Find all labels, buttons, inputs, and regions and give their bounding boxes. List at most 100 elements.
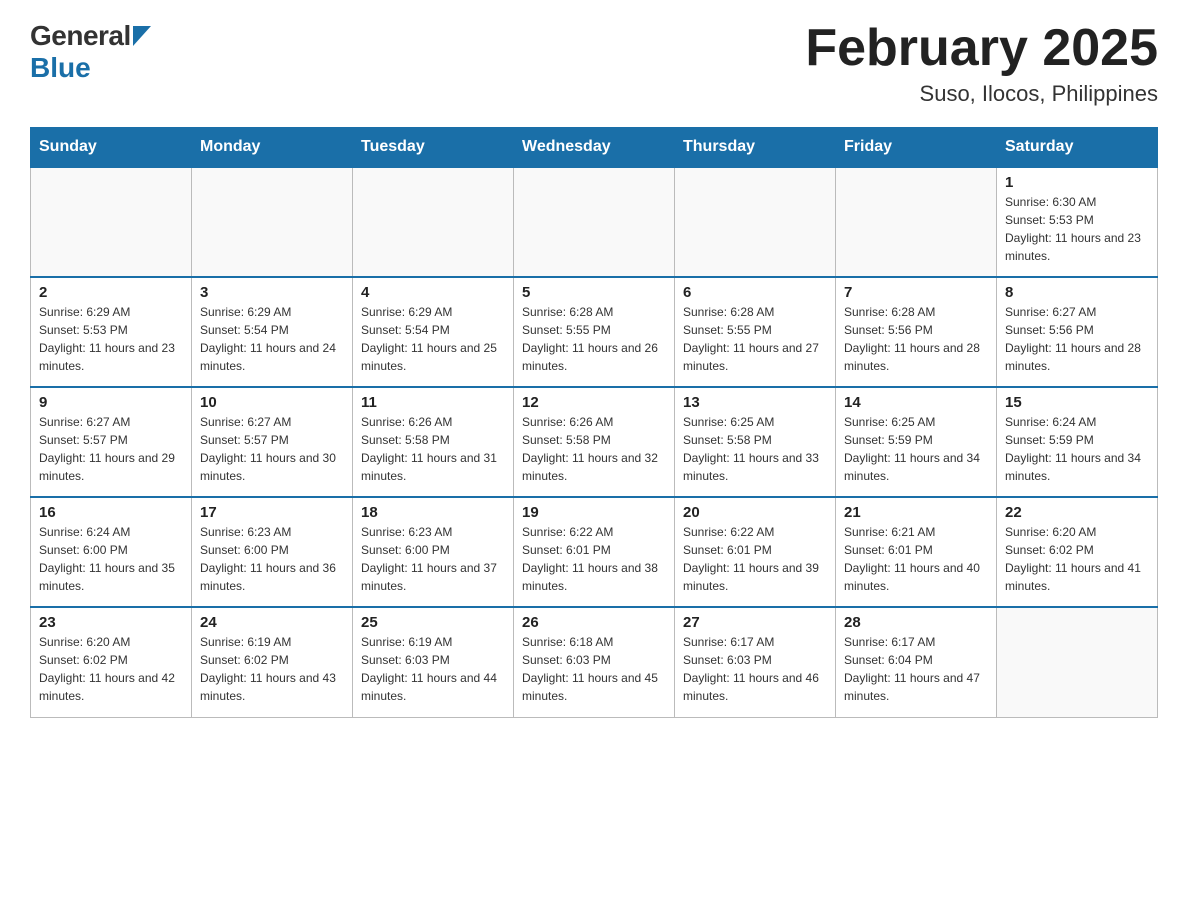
month-title: February 2025	[805, 20, 1158, 77]
calendar-cell: 10 Sunrise: 6:27 AMSunset: 5:57 PMDayligh…	[192, 387, 353, 497]
calendar-week-row: 2Sunrise: 6:29 AMSunset: 5:53 PMDaylight…	[31, 277, 1158, 387]
day-info: Sunrise: 6:20 AMSunset: 6:02 PMDaylight:…	[1005, 523, 1149, 595]
calendar-cell	[836, 167, 997, 277]
calendar-cell: 18 Sunrise: 6:23 AMSunset: 6:00 PMDayligh…	[353, 497, 514, 607]
title-section: February 2025 Suso, Ilocos, Philippines	[805, 20, 1158, 107]
day-info: Sunrise: 6:24 AMSunset: 6:00 PMDaylight:…	[39, 523, 183, 595]
calendar-cell	[675, 167, 836, 277]
calendar-cell: 9 Sunrise: 6:27 AMSunset: 5:57 PMDaylight…	[31, 387, 192, 497]
day-number: 27	[683, 614, 827, 631]
day-number: 4	[361, 284, 505, 301]
day-number: 5	[522, 284, 666, 301]
calendar-cell: 27 Sunrise: 6:17 AMSunset: 6:03 PMDayligh…	[675, 607, 836, 717]
day-number: 21	[844, 504, 988, 521]
location-title: Suso, Ilocos, Philippines	[805, 81, 1158, 107]
day-number: 1	[1005, 174, 1149, 191]
day-info: Sunrise: 6:26 AMSunset: 5:58 PMDaylight:…	[361, 413, 505, 485]
day-number: 15	[1005, 394, 1149, 411]
calendar-cell: 19 Sunrise: 6:22 AMSunset: 6:01 PMDayligh…	[514, 497, 675, 607]
calendar-table: SundayMondayTuesdayWednesdayThursdayFrid…	[30, 127, 1158, 718]
day-number: 20	[683, 504, 827, 521]
day-info: Sunrise: 6:27 AMSunset: 5:57 PMDaylight:…	[200, 413, 344, 485]
calendar-day-header: Sunday	[31, 128, 192, 168]
calendar-cell	[997, 607, 1158, 717]
day-number: 7	[844, 284, 988, 301]
calendar-cell: 20Sunrise: 6:22 AMSunset: 6:01 PMDayligh…	[675, 497, 836, 607]
calendar-cell: 12 Sunrise: 6:26 AMSunset: 5:58 PMDayligh…	[514, 387, 675, 497]
calendar-cell: 7 Sunrise: 6:28 AMSunset: 5:56 PMDaylight…	[836, 277, 997, 387]
calendar-cell: 25Sunrise: 6:19 AMSunset: 6:03 PMDayligh…	[353, 607, 514, 717]
calendar-cell	[353, 167, 514, 277]
calendar-cell	[192, 167, 353, 277]
day-info: Sunrise: 6:19 AMSunset: 6:03 PMDaylight:…	[361, 633, 505, 705]
day-info: Sunrise: 6:29 AMSunset: 5:54 PMDaylight:…	[361, 303, 505, 375]
day-info: Sunrise: 6:23 AMSunset: 6:00 PMDaylight:…	[361, 523, 505, 595]
calendar-cell: 23Sunrise: 6:20 AMSunset: 6:02 PMDayligh…	[31, 607, 192, 717]
logo-general-text: General	[30, 20, 131, 52]
calendar-cell: 3 Sunrise: 6:29 AMSunset: 5:54 PMDaylight…	[192, 277, 353, 387]
day-number: 19	[522, 504, 666, 521]
day-number: 24	[200, 614, 344, 631]
day-number: 10	[200, 394, 344, 411]
calendar-cell: 16 Sunrise: 6:24 AMSunset: 6:00 PMDayligh…	[31, 497, 192, 607]
day-info: Sunrise: 6:23 AMSunset: 6:00 PMDaylight:…	[200, 523, 344, 595]
day-number: 2	[39, 284, 183, 301]
calendar-cell: 13 Sunrise: 6:25 AMSunset: 5:58 PMDayligh…	[675, 387, 836, 497]
calendar-day-header: Saturday	[997, 128, 1158, 168]
logo-blue-text: Blue	[30, 52, 91, 84]
logo-triangle-icon	[133, 26, 151, 51]
day-number: 18	[361, 504, 505, 521]
calendar-day-header: Thursday	[675, 128, 836, 168]
day-number: 23	[39, 614, 183, 631]
calendar-cell: 17 Sunrise: 6:23 AMSunset: 6:00 PMDayligh…	[192, 497, 353, 607]
day-number: 11	[361, 394, 505, 411]
calendar-cell: 22 Sunrise: 6:20 AMSunset: 6:02 PMDayligh…	[997, 497, 1158, 607]
calendar-cell: 28 Sunrise: 6:17 AMSunset: 6:04 PMDayligh…	[836, 607, 997, 717]
calendar-cell: 26Sunrise: 6:18 AMSunset: 6:03 PMDayligh…	[514, 607, 675, 717]
day-info: Sunrise: 6:30 AMSunset: 5:53 PMDaylight:…	[1005, 193, 1149, 265]
day-number: 17	[200, 504, 344, 521]
day-info: Sunrise: 6:24 AMSunset: 5:59 PMDaylight:…	[1005, 413, 1149, 485]
day-info: Sunrise: 6:27 AMSunset: 5:57 PMDaylight:…	[39, 413, 183, 485]
calendar-cell: 1 Sunrise: 6:30 AMSunset: 5:53 PMDaylight…	[997, 167, 1158, 277]
day-info: Sunrise: 6:28 AMSunset: 5:55 PMDaylight:…	[522, 303, 666, 375]
calendar-cell	[514, 167, 675, 277]
calendar-cell: 8 Sunrise: 6:27 AMSunset: 5:56 PMDaylight…	[997, 277, 1158, 387]
day-info: Sunrise: 6:25 AMSunset: 5:58 PMDaylight:…	[683, 413, 827, 485]
calendar-day-header: Monday	[192, 128, 353, 168]
page-header: General Blue February 2025 Suso, Ilocos,…	[30, 20, 1158, 107]
calendar-week-row: 1 Sunrise: 6:30 AMSunset: 5:53 PMDaylight…	[31, 167, 1158, 277]
day-number: 13	[683, 394, 827, 411]
calendar-day-header: Tuesday	[353, 128, 514, 168]
calendar-cell: 11 Sunrise: 6:26 AMSunset: 5:58 PMDayligh…	[353, 387, 514, 497]
day-info: Sunrise: 6:17 AMSunset: 6:03 PMDaylight:…	[683, 633, 827, 705]
day-info: Sunrise: 6:19 AMSunset: 6:02 PMDaylight:…	[200, 633, 344, 705]
day-number: 22	[1005, 504, 1149, 521]
day-info: Sunrise: 6:17 AMSunset: 6:04 PMDaylight:…	[844, 633, 988, 705]
calendar-day-header: Friday	[836, 128, 997, 168]
calendar-cell: 4 Sunrise: 6:29 AMSunset: 5:54 PMDaylight…	[353, 277, 514, 387]
calendar-cell: 21Sunrise: 6:21 AMSunset: 6:01 PMDayligh…	[836, 497, 997, 607]
day-number: 6	[683, 284, 827, 301]
day-number: 8	[1005, 284, 1149, 301]
day-number: 16	[39, 504, 183, 521]
day-info: Sunrise: 6:27 AMSunset: 5:56 PMDaylight:…	[1005, 303, 1149, 375]
day-number: 12	[522, 394, 666, 411]
calendar-day-header: Wednesday	[514, 128, 675, 168]
day-number: 14	[844, 394, 988, 411]
calendar-cell: 5 Sunrise: 6:28 AMSunset: 5:55 PMDaylight…	[514, 277, 675, 387]
day-info: Sunrise: 6:22 AMSunset: 6:01 PMDaylight:…	[522, 523, 666, 595]
day-info: Sunrise: 6:25 AMSunset: 5:59 PMDaylight:…	[844, 413, 988, 485]
day-number: 26	[522, 614, 666, 631]
calendar-cell: 14 Sunrise: 6:25 AMSunset: 5:59 PMDayligh…	[836, 387, 997, 497]
day-info: Sunrise: 6:28 AMSunset: 5:56 PMDaylight:…	[844, 303, 988, 375]
day-info: Sunrise: 6:29 AMSunset: 5:54 PMDaylight:…	[200, 303, 344, 375]
day-number: 28	[844, 614, 988, 631]
calendar-cell: 15 Sunrise: 6:24 AMSunset: 5:59 PMDayligh…	[997, 387, 1158, 497]
day-number: 9	[39, 394, 183, 411]
calendar-cell	[31, 167, 192, 277]
calendar-cell: 6 Sunrise: 6:28 AMSunset: 5:55 PMDaylight…	[675, 277, 836, 387]
day-number: 3	[200, 284, 344, 301]
day-info: Sunrise: 6:26 AMSunset: 5:58 PMDaylight:…	[522, 413, 666, 485]
day-info: Sunrise: 6:28 AMSunset: 5:55 PMDaylight:…	[683, 303, 827, 375]
